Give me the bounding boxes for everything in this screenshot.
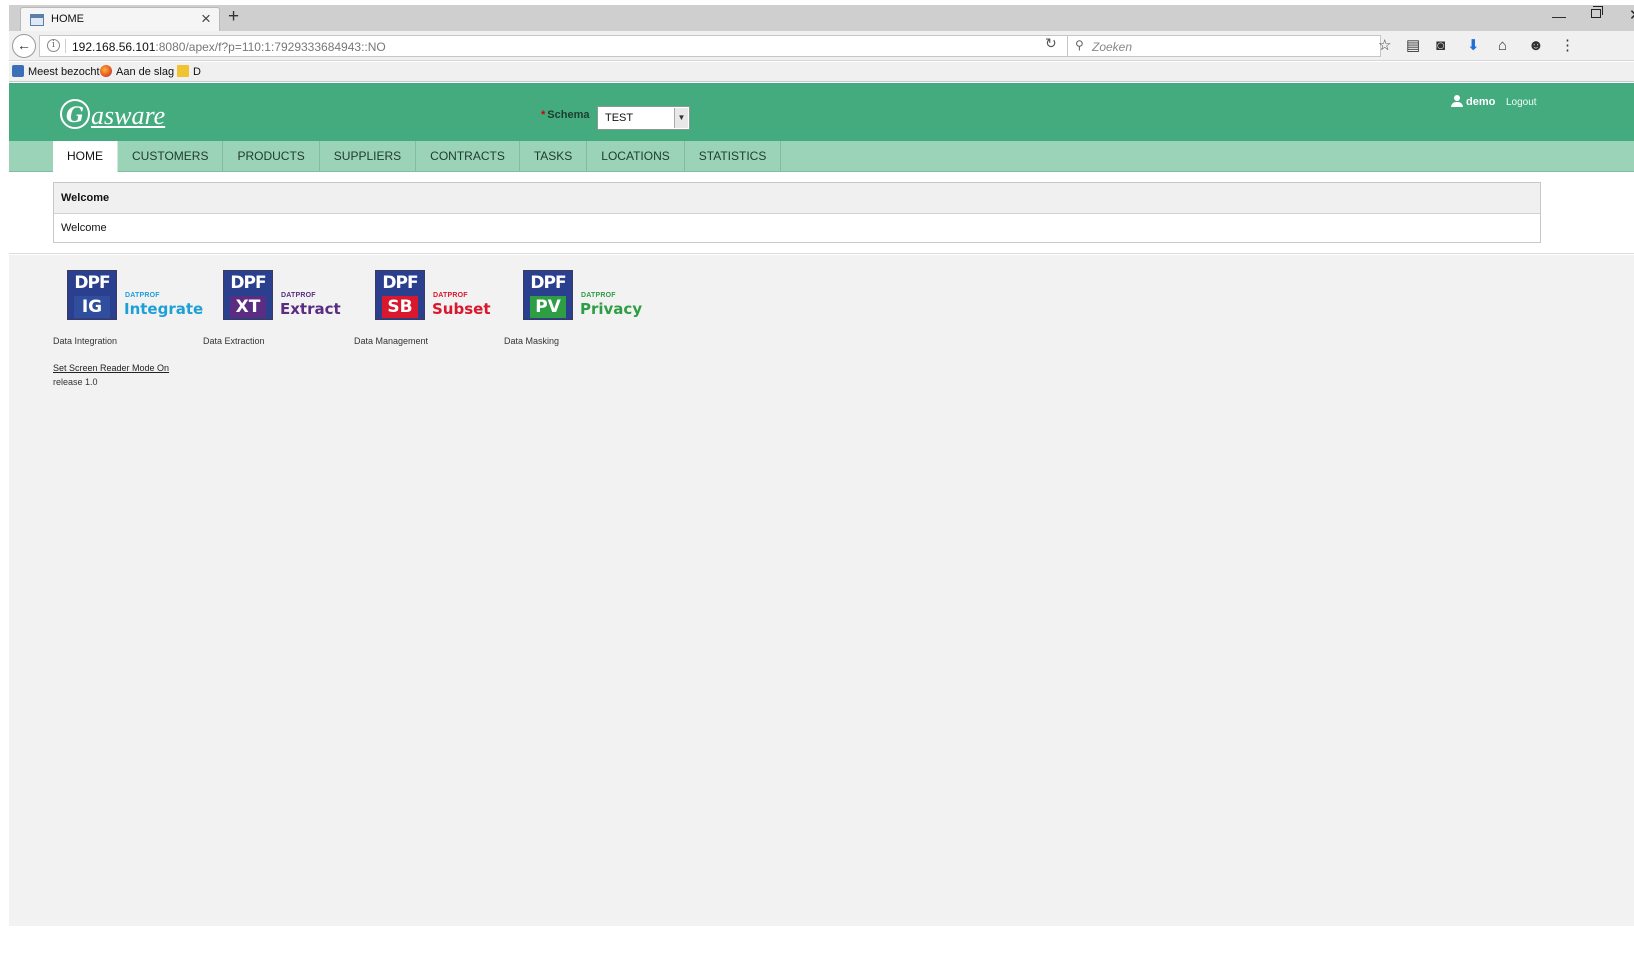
product-brand: DATPROF — [433, 292, 468, 299]
schema-label-text: Schema — [547, 109, 590, 121]
schema-label: * Schema — [541, 109, 589, 121]
main-nav: HOME CUSTOMERS PRODUCTS SUPPLIERS CONTRA… — [9, 141, 1634, 172]
close-window-icon[interactable]: ✕ — [1629, 5, 1634, 27]
dpf-sb-logo-icon: DPF SB — [375, 270, 425, 320]
tab-suppliers[interactable]: SUPPLIERS — [320, 141, 417, 172]
dpf-xt-logo-icon: DPF XT — [223, 270, 273, 320]
product-name: Extract — [280, 300, 341, 318]
badge-top-text: DPF — [68, 271, 116, 295]
search-box[interactable]: ⚲ Zoeken — [1067, 35, 1381, 57]
url-host: 192.168.56.101 — [72, 40, 156, 54]
close-tab-icon[interactable]: × — [201, 9, 211, 29]
folder-icon — [177, 65, 189, 77]
badge-code-text: IG — [74, 296, 110, 318]
user-name: demo — [1466, 96, 1496, 108]
download-icon[interactable]: ⬇ — [1467, 36, 1480, 56]
dpf-pv-logo-icon: DPF PV — [523, 270, 573, 320]
logo-text: asware — [91, 101, 166, 130]
bookmark-label: Aan de slag — [116, 66, 175, 78]
schema-select[interactable]: TEST ▼ — [597, 106, 690, 130]
screen: HOME × + — ✕ ← i 192.168.56.101:8080/ape… — [0, 0, 1634, 965]
product-caption: Data Masking — [504, 336, 560, 346]
pocket-icon[interactable]: ◙ — [1436, 36, 1445, 56]
badge-top-text: DPF — [376, 271, 424, 295]
back-arrow-icon[interactable]: ← — [12, 34, 36, 58]
tab-contracts[interactable]: CONTRACTS — [416, 141, 520, 172]
home-icon[interactable]: ⌂ — [1498, 36, 1507, 56]
page-favicon-icon — [30, 14, 44, 26]
reading-list-icon[interactable]: ▤ — [1406, 36, 1420, 56]
bookmark-most-visited[interactable]: Meest bezocht — [12, 65, 100, 78]
chevron-down-icon[interactable]: ▼ — [674, 108, 688, 128]
region-title: Welcome — [54, 183, 1540, 214]
product-name: Subset — [432, 300, 491, 318]
tab-tasks[interactable]: TASKS — [520, 141, 588, 172]
browser-tab[interactable]: HOME × — [20, 7, 220, 32]
welcome-region: Welcome Welcome — [53, 182, 1541, 243]
browser-toolbar: ← i 192.168.56.101:8080/apex/f?p=110:1:7… — [9, 31, 1634, 61]
page-body: DPF IG DATPROF Integrate Data Integratio… — [9, 255, 1634, 926]
bookmark-star-icon[interactable]: ☆ — [1378, 36, 1391, 56]
menu-icon[interactable]: ⋮ — [1560, 36, 1575, 56]
site-info-icon[interactable]: i — [47, 39, 60, 52]
new-tab-icon[interactable]: + — [228, 6, 239, 28]
bookmarks-bar: Meest bezocht Aan de slag D — [9, 62, 1634, 82]
minimize-window-icon[interactable]: — — [1552, 5, 1566, 27]
logo-mark: G — [60, 99, 90, 129]
tab-customers[interactable]: CUSTOMERS — [118, 141, 224, 172]
product-caption: Data Integration — [53, 336, 118, 346]
address-bar[interactable]: i 192.168.56.101:8080/apex/f?p=110:1:792… — [39, 35, 1114, 57]
product-brand: DATPROF — [581, 292, 616, 299]
product-brand: DATPROF — [281, 292, 316, 299]
bookmark-label: Meest bezocht — [28, 66, 100, 78]
product-caption: Data Extraction — [203, 336, 265, 346]
url-path: :8080/apex/f?p=110:1:7929333684943::NO — [155, 40, 386, 54]
release-version: release 1.0 — [53, 377, 98, 387]
bookmark-folder-d[interactable]: D — [177, 65, 201, 78]
tab-locations[interactable]: LOCATIONS — [587, 141, 685, 172]
badge-code-text: XT — [230, 296, 266, 318]
tab-title: HOME — [51, 13, 84, 25]
most-visited-icon — [12, 65, 24, 77]
url-separator — [65, 39, 66, 53]
required-marker: * — [541, 109, 546, 121]
welcome-section: Welcome Welcome — [9, 172, 1634, 254]
product-name: Privacy — [580, 300, 643, 318]
bookmark-getting-started[interactable]: Aan de slag — [100, 65, 174, 78]
badge-top-text: DPF — [224, 271, 272, 295]
nav-tab-list: HOME CUSTOMERS PRODUCTS SUPPLIERS CONTRA… — [53, 141, 782, 172]
logout-link[interactable]: Logout — [1506, 97, 1537, 108]
region-body: Welcome — [61, 222, 107, 234]
url-text: 192.168.56.101:8080/apex/f?p=110:1:79293… — [72, 40, 386, 54]
user-icon — [1451, 95, 1463, 107]
schema-selected-value: TEST — [605, 112, 634, 124]
chat-icon[interactable]: ☻ — [1528, 36, 1544, 56]
restore-window-icon[interactable] — [1591, 6, 1603, 18]
search-placeholder: Zoeken — [1092, 40, 1133, 54]
app-header: G asware * Schema TEST ▼ demo Logout — [9, 83, 1634, 141]
tab-products[interactable]: PRODUCTS — [223, 141, 320, 172]
bottom-strip — [9, 926, 1634, 965]
badge-code-text: PV — [530, 296, 566, 318]
reload-icon[interactable]: ↻ — [1045, 34, 1057, 52]
tab-statistics[interactable]: STATISTICS — [685, 141, 782, 172]
product-brand: DATPROF — [125, 292, 160, 299]
browser-tab-strip: HOME × + — ✕ — [9, 5, 1634, 32]
badge-top-text: DPF — [524, 271, 572, 295]
badge-code-text: SB — [382, 296, 418, 318]
dpf-ig-logo-icon: DPF IG — [67, 270, 117, 320]
bookmark-label: D — [193, 66, 201, 78]
screen-reader-mode-link[interactable]: Set Screen Reader Mode On — [53, 363, 169, 373]
left-gutter — [0, 0, 9, 965]
firefox-icon — [100, 65, 112, 77]
product-name: Integrate — [124, 300, 204, 318]
product-caption: Data Management — [354, 336, 429, 346]
tab-home[interactable]: HOME — [53, 141, 118, 172]
search-icon: ⚲ — [1075, 38, 1084, 52]
